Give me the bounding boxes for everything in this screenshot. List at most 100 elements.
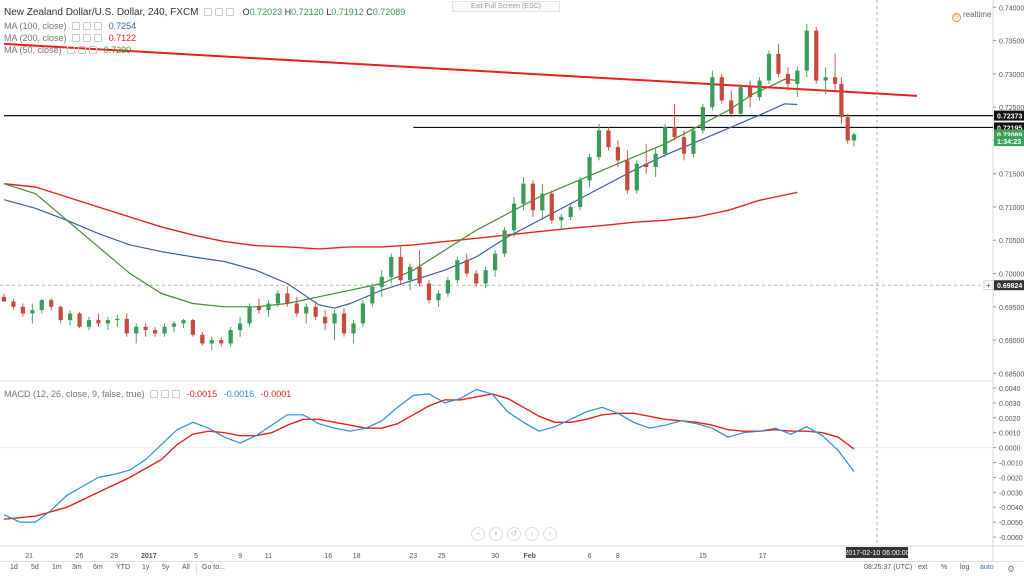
toolbar-divider <box>196 564 197 574</box>
candle-body-65 <box>615 147 620 161</box>
timeframe-1y[interactable]: 1y <box>142 564 149 571</box>
chart-canvas[interactable]: 0.740000.735000.730000.725000.720000.715… <box>0 0 1024 576</box>
candle-body-35 <box>332 313 337 324</box>
price-tick-label: 0.74000 <box>999 5 1024 12</box>
reset-chart-button[interactable]: ↺ <box>507 527 521 541</box>
exit-fullscreen-button[interactable]: Exit Full Screen (ESC) <box>452 1 560 12</box>
timeframe-3m[interactable]: 3m <box>72 564 82 571</box>
ma50-legend[interactable]: MA (50, close) 0.7290 <box>4 44 131 56</box>
candle-body-23 <box>219 340 224 344</box>
candle-body-87 <box>823 77 828 81</box>
candle-body-21 <box>200 334 205 344</box>
timeframe-1d[interactable]: 1d <box>10 564 18 571</box>
ma100-value: 0.7254 <box>108 21 137 31</box>
settings-box-icon[interactable] <box>78 46 87 54</box>
macd-tick-label: 0.0030 <box>999 401 1021 408</box>
timeframe-all[interactable]: All <box>182 564 190 571</box>
high-value: 0.72120 <box>291 7 324 17</box>
hide-icon[interactable] <box>150 390 159 398</box>
close-box-icon[interactable] <box>172 390 181 398</box>
scroll-left-button[interactable]: ‹ <box>525 527 539 541</box>
candle-body-51 <box>483 270 488 284</box>
close-box-icon[interactable] <box>89 46 98 54</box>
close-box-icon[interactable] <box>94 34 103 42</box>
price-labels: 2017-02-10 06:00:000.723730.721950.72089… <box>845 110 1024 558</box>
candle-body-59 <box>559 216 564 221</box>
candle-body-72 <box>681 137 687 154</box>
candle-body-84 <box>795 70 800 84</box>
gear-icon[interactable]: ⚙ <box>1007 564 1015 575</box>
hide-icon[interactable] <box>72 22 81 30</box>
macd-legend[interactable]: MACD (12, 26, close, 9, false, true) -0.… <box>4 388 291 400</box>
candle-body-9 <box>86 320 92 327</box>
hide-icon[interactable] <box>204 8 213 16</box>
utc-clock[interactable]: 08:25:37 (UTC) <box>864 564 912 571</box>
close-box-icon[interactable] <box>94 22 103 30</box>
candle-body-62 <box>587 157 592 181</box>
time-tick-label: 29 <box>110 553 118 560</box>
macd-tick-label: -0.0040 <box>999 505 1023 512</box>
timeframe-5d[interactable]: 5d <box>31 564 39 571</box>
candle-body-50 <box>474 273 479 284</box>
candle-body-27 <box>256 306 262 311</box>
candle-body-11 <box>105 320 110 324</box>
candle-body-46 <box>436 293 441 301</box>
ma200-legend[interactable]: MA (200, close) 0.7122 <box>4 32 136 44</box>
add-alert-button: + <box>986 281 991 290</box>
ma50-value: 0.7290 <box>103 45 132 55</box>
extended-hours-toggle[interactable]: ext <box>918 564 927 571</box>
candle-body-52 <box>493 253 498 271</box>
timeframe-1m[interactable]: 1m <box>52 564 62 571</box>
settings-box-icon[interactable] <box>161 390 170 398</box>
zoom-out-button[interactable]: − <box>471 527 485 541</box>
hide-icon[interactable] <box>67 46 76 54</box>
candle-body-26 <box>247 306 252 324</box>
realtime-label: realtime <box>963 10 992 19</box>
log-scale-toggle[interactable]: log <box>960 564 969 571</box>
timeframe-ytd[interactable]: YTD <box>116 564 130 571</box>
candle-body-76 <box>719 77 724 101</box>
zoom-in-button[interactable]: + <box>489 527 503 541</box>
macd-tick-label: 0.0020 <box>999 416 1021 423</box>
macd-tick-label: -0.0020 <box>999 475 1023 482</box>
macd-tick-label: -0.0010 <box>999 461 1023 468</box>
settings-box-icon[interactable] <box>83 22 92 30</box>
candle-body-37 <box>351 323 356 334</box>
candle-body-47 <box>445 280 450 294</box>
candle-body-82 <box>776 53 781 74</box>
hide-icon[interactable] <box>72 34 81 42</box>
candle-body-75 <box>710 77 715 108</box>
price-tick-label: 0.69000 <box>999 338 1024 345</box>
macd-tick-label: -0.0060 <box>999 535 1023 542</box>
candle-body-34 <box>323 316 328 324</box>
candle-body-44 <box>417 266 422 284</box>
price-tick-label: 0.70500 <box>999 238 1024 245</box>
goto-date-button[interactable]: Go to... <box>202 564 225 571</box>
price-tick-label: 0.73000 <box>999 72 1024 79</box>
candle-body-55 <box>521 183 526 204</box>
candle-body-49 <box>464 260 469 274</box>
scroll-right-button[interactable]: › <box>543 527 557 541</box>
realtime-indicator[interactable]: ◷ realtime <box>952 10 991 22</box>
time-tick-label: 11 <box>265 553 272 560</box>
time-tick-label: 30 <box>491 553 499 560</box>
time-tick-label: 5 <box>194 553 198 560</box>
price-tick-label: 0.68500 <box>999 371 1024 378</box>
settings-box-icon[interactable] <box>83 34 92 42</box>
auto-scale-toggle[interactable]: auto <box>980 564 994 571</box>
ma100-label: MA (100, close) <box>4 21 67 31</box>
symbol-title[interactable]: New Zealand Dollar/U.S. Dollar, 240, FXC… <box>4 7 199 18</box>
macd-signal-line <box>3 393 855 520</box>
candle-body-17 <box>162 326 167 334</box>
candle-body-8 <box>77 313 82 327</box>
percent-scale-toggle[interactable]: % <box>941 564 947 571</box>
timeframe-6m[interactable]: 6m <box>93 564 103 571</box>
candle-body-12 <box>115 318 120 321</box>
candle-body-43 <box>408 266 413 281</box>
timeframe-5y[interactable]: 5y <box>162 564 169 571</box>
settings-box-icon[interactable] <box>215 8 224 16</box>
candle-body-28 <box>266 303 271 311</box>
candle-body-42 <box>398 256 403 281</box>
close-box-icon[interactable] <box>226 8 235 16</box>
ma100-legend[interactable]: MA (100, close) 0.7254 <box>4 20 136 32</box>
